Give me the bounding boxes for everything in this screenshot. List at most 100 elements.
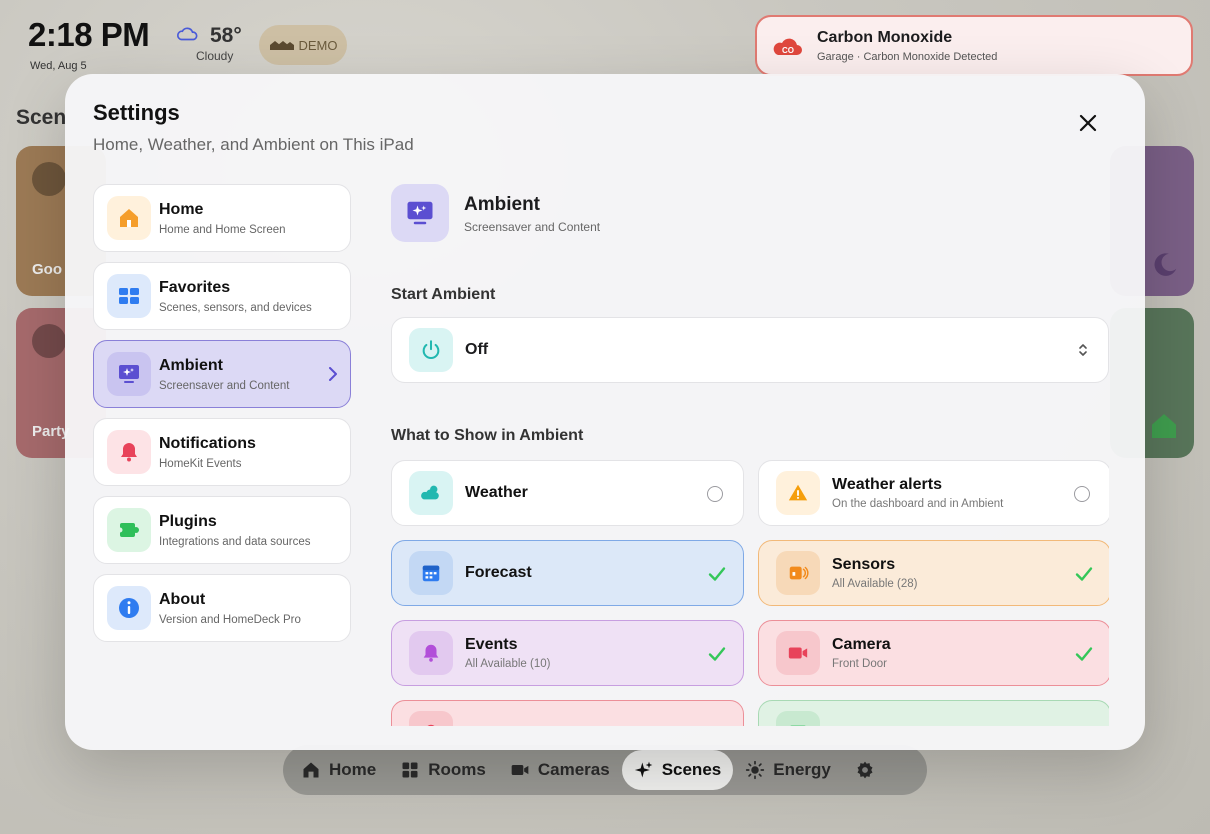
play-icon bbox=[32, 162, 66, 196]
video-icon bbox=[511, 765, 529, 775]
option-desc: All Available (10) bbox=[465, 658, 551, 670]
option-title: Camera bbox=[832, 636, 891, 653]
tab-energy[interactable]: Energy bbox=[733, 750, 843, 790]
option-title: Sensors bbox=[832, 556, 896, 573]
current-temperature: 58° bbox=[210, 24, 242, 47]
grid-icon bbox=[119, 288, 139, 304]
tab-label: Scenes bbox=[661, 760, 722, 779]
nav-desc: Home and Home Screen bbox=[159, 223, 286, 236]
nav-label: Favorites bbox=[159, 278, 231, 296]
nav-icon-box bbox=[107, 274, 151, 318]
nav-icon-box bbox=[107, 352, 151, 396]
info-icon bbox=[119, 598, 139, 618]
panel-title: Ambient bbox=[464, 194, 540, 215]
option-camera[interactable]: Camera Front Door bbox=[758, 620, 1109, 686]
option-title: Forecast bbox=[465, 564, 532, 581]
demo-badge[interactable]: DEMO bbox=[259, 25, 347, 65]
start-ambient-heading: Start Ambient bbox=[391, 286, 496, 303]
tab-home[interactable]: Home bbox=[289, 750, 388, 790]
scene-card-label: Party bbox=[32, 423, 70, 440]
settings-modal: Settings Home, Weather, and Ambient on T… bbox=[65, 74, 1145, 750]
option-icon-box bbox=[776, 631, 820, 675]
nav-item-notifications[interactable]: Notifications HomeKit Events bbox=[93, 418, 351, 486]
option-desc: On the dashboard and in Ambient bbox=[832, 498, 1004, 510]
nav-item-favorites[interactable]: Favorites Scenes, sensors, and devices bbox=[93, 262, 351, 330]
option-partial-left[interactable] bbox=[391, 700, 744, 726]
clock-date: Wed, Aug 5 bbox=[30, 60, 87, 72]
tab-settings[interactable] bbox=[843, 750, 887, 790]
option-icon-box bbox=[409, 711, 453, 726]
option-icon-box bbox=[409, 471, 453, 515]
warning-icon bbox=[788, 484, 808, 501]
scenes-heading: Scen bbox=[16, 106, 67, 129]
nav-item-home[interactable]: Home Home and Home Screen bbox=[93, 184, 351, 252]
option-desc: Front Door bbox=[832, 658, 887, 670]
cloud-icon bbox=[177, 27, 198, 41]
option-icon-box bbox=[409, 631, 453, 675]
carbon-monoxide-alert[interactable]: CO Carbon Monoxide Garage · Carbon Monox… bbox=[755, 15, 1193, 76]
nav-desc: Version and HomeDeck Pro bbox=[159, 613, 301, 626]
tab-scenes[interactable]: Scenes bbox=[621, 750, 734, 790]
calendar-icon bbox=[422, 565, 440, 582]
start-ambient-select[interactable]: Off bbox=[391, 317, 1109, 383]
video-icon bbox=[788, 647, 808, 659]
nav-icon-box bbox=[107, 430, 151, 474]
checkmark-icon[interactable] bbox=[1074, 564, 1094, 584]
nav-icon-box bbox=[107, 196, 151, 240]
bell-icon bbox=[423, 644, 439, 662]
plugin-icon bbox=[117, 523, 139, 537]
grid-icon bbox=[790, 725, 806, 726]
tab-label: Cameras bbox=[537, 760, 610, 779]
option-icon-box bbox=[409, 551, 453, 595]
nav-icon-box bbox=[107, 586, 151, 630]
demo-badge-label: DEMO bbox=[298, 37, 338, 53]
ambient-panel: Ambient Screensaver and Content Start Am… bbox=[391, 184, 1109, 726]
nav-desc: Scenes, sensors, and devices bbox=[159, 301, 312, 314]
svg-text:CO: CO bbox=[782, 46, 794, 55]
nav-item-plugins[interactable]: Plugins Integrations and data sources bbox=[93, 496, 351, 564]
alert-title: Carbon Monoxide bbox=[817, 28, 953, 46]
cloud-sun-icon bbox=[421, 485, 439, 500]
option-weather-alerts[interactable]: Weather alerts On the dashboard and in A… bbox=[758, 460, 1109, 526]
select-icon-box bbox=[409, 328, 453, 372]
nav-label: Home bbox=[159, 200, 204, 218]
tab-label: Home bbox=[329, 760, 377, 779]
nav-label: Plugins bbox=[159, 512, 217, 530]
play-icon bbox=[32, 324, 66, 358]
modal-subtitle: Home, Weather, and Ambient on This iPad bbox=[93, 135, 414, 154]
sun-icon bbox=[746, 760, 765, 780]
nav-desc: Integrations and data sources bbox=[159, 535, 311, 548]
option-events[interactable]: Events All Available (10) bbox=[391, 620, 744, 686]
option-weather[interactable]: Weather bbox=[391, 460, 744, 526]
nav-item-ambient[interactable]: Ambient Screensaver and Content bbox=[93, 340, 351, 408]
option-sensors[interactable]: Sensors All Available (28) bbox=[758, 540, 1109, 606]
bell-icon bbox=[427, 724, 435, 726]
option-radio[interactable] bbox=[707, 486, 723, 502]
chevron-right-icon bbox=[329, 367, 337, 381]
alert-subtitle: Garage · Carbon Monoxide Detected bbox=[817, 50, 998, 63]
nav-item-about[interactable]: About Version and HomeDeck Pro bbox=[93, 574, 351, 642]
nav-label: About bbox=[159, 590, 206, 608]
monitor-sparkle-icon bbox=[407, 201, 433, 225]
gear-icon bbox=[857, 761, 873, 779]
checkmark-icon[interactable] bbox=[707, 644, 727, 664]
sensor-icon bbox=[789, 566, 809, 580]
bell-icon bbox=[121, 443, 137, 462]
home-icon bbox=[303, 762, 319, 778]
option-forecast[interactable]: Forecast bbox=[391, 540, 744, 606]
tab-rooms[interactable]: Rooms bbox=[388, 750, 498, 790]
tab-label: Rooms bbox=[428, 760, 486, 779]
scene-card-label: Goo bbox=[32, 261, 62, 278]
nav-desc: HomeKit Events bbox=[159, 457, 242, 470]
checkmark-icon[interactable] bbox=[707, 564, 727, 584]
houses-icon bbox=[269, 41, 294, 50]
grid-icon bbox=[402, 762, 418, 778]
panel-subtitle: Screensaver and Content bbox=[464, 220, 601, 234]
checkmark-icon[interactable] bbox=[1074, 644, 1094, 664]
nav-desc: Screensaver and Content bbox=[159, 379, 290, 392]
start-ambient-value: Off bbox=[465, 341, 489, 358]
option-partial-right[interactable] bbox=[758, 700, 1109, 726]
close-button[interactable] bbox=[1074, 109, 1102, 137]
tab-cameras[interactable]: Cameras bbox=[498, 750, 622, 790]
option-radio[interactable] bbox=[1074, 486, 1090, 502]
